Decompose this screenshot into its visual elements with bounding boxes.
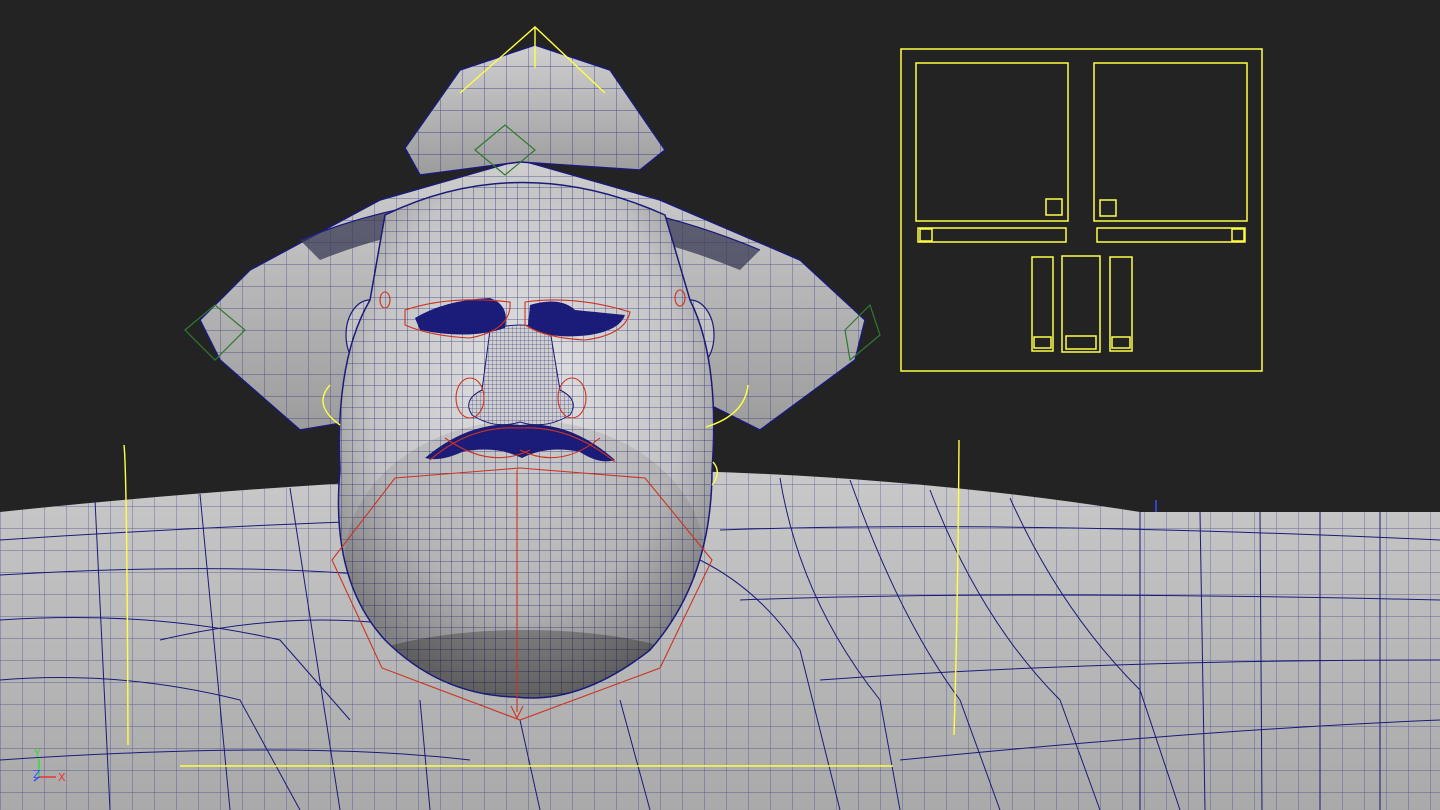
maya-viewport[interactable]: Y X Z [0,0,1440,810]
brow-left-handle[interactable] [919,228,933,242]
axis-y-label: Y [33,747,41,760]
mouth-left-handle[interactable] [1033,336,1052,349]
brow-right-slider[interactable] [1096,227,1246,243]
axis-gizmo-icon: Y X Z [33,747,66,784]
eye-left-control[interactable] [915,62,1069,222]
jaw-handle[interactable] [1065,335,1097,350]
axis-x-label: X [58,771,66,784]
viewport-scene[interactable] [0,0,1440,810]
eye-left-handle[interactable] [1045,198,1063,216]
axis-z-label: Z [33,768,41,781]
eye-right-control[interactable] [1093,62,1248,222]
brow-right-handle[interactable] [1231,228,1245,242]
brow-left-slider[interactable] [917,227,1067,243]
body-mesh[interactable] [0,470,1440,810]
eye-right-handle[interactable] [1099,199,1117,217]
mouth-right-handle[interactable] [1111,336,1131,349]
jaw-slider[interactable] [1061,255,1101,353]
face-control-panel-icon[interactable] [900,48,1263,372]
